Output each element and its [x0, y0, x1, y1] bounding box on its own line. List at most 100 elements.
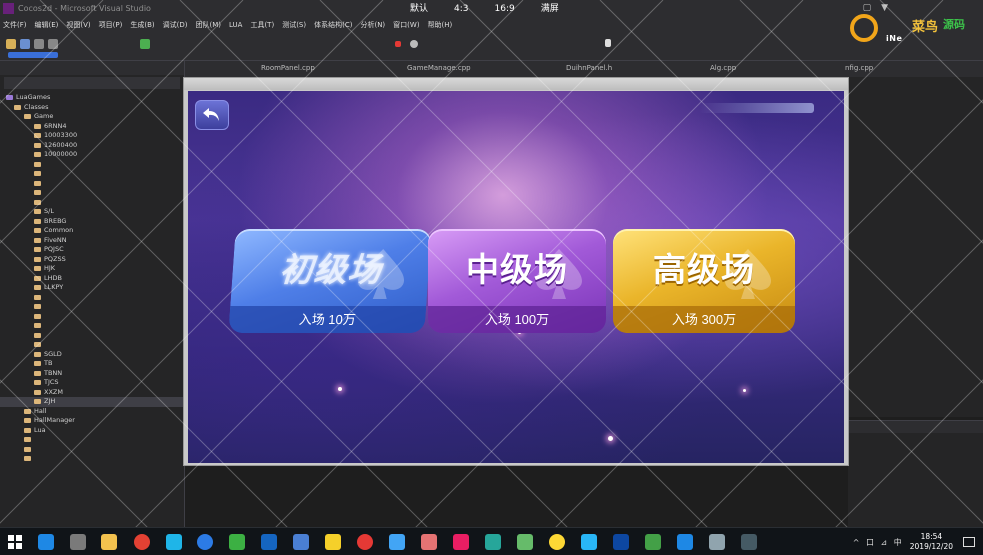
stop-icon[interactable] — [395, 41, 401, 47]
menu-project[interactable]: 项目(P) — [99, 18, 123, 33]
tree-item[interactable]: TB — [0, 359, 184, 369]
menu-lua[interactable]: LUA — [229, 18, 242, 33]
tree-item[interactable]: Hall — [0, 407, 184, 417]
browser-icon[interactable] — [197, 534, 213, 550]
default-size-button[interactable]: 默认 — [410, 2, 428, 16]
room-advanced-card[interactable]: 高级场 入场 300万 — [613, 229, 795, 333]
solution-search-input[interactable] — [4, 77, 180, 89]
action-center-icon[interactable] — [963, 537, 975, 547]
tree-item[interactable]: Common — [0, 226, 184, 236]
tree-item[interactable]: S/L — [0, 207, 184, 217]
filter-icon[interactable]: ▼ — [881, 3, 888, 13]
tree-item[interactable] — [0, 179, 184, 189]
fullscreen-button[interactable]: 满屏 — [541, 2, 559, 16]
game-app-icon[interactable] — [229, 534, 245, 550]
chrome-icon[interactable] — [134, 534, 150, 550]
tree-item[interactable] — [0, 198, 184, 208]
tab-gamemanage[interactable]: GameManage.cpp — [407, 64, 471, 72]
menu-view[interactable]: 视图(V) — [66, 18, 90, 33]
tree-item[interactable]: PQZSS — [0, 255, 184, 265]
tree-item[interactable]: TJCS — [0, 378, 184, 388]
tab-alg[interactable]: Alg.cpp — [710, 64, 736, 72]
menu-help[interactable]: 帮助(H) — [428, 18, 453, 33]
open-icon[interactable] — [6, 39, 16, 49]
tool-app-icon[interactable] — [709, 534, 725, 550]
menu-team[interactable]: 团队(M) — [195, 18, 221, 33]
tree-item[interactable]: LHDB — [0, 274, 184, 284]
tree-item[interactable]: 10000000 — [0, 150, 184, 160]
menu-architecture[interactable]: 体系结构(C) — [314, 18, 352, 33]
tree-item[interactable]: XXZM — [0, 388, 184, 398]
tree-item[interactable]: LLKPY — [0, 283, 184, 293]
tree-item[interactable]: HallManager — [0, 416, 184, 426]
menu-edit[interactable]: 编辑(E) — [35, 18, 59, 33]
tree-item[interactable] — [0, 340, 184, 350]
config-dropdown[interactable] — [8, 52, 58, 58]
p-app-icon[interactable] — [261, 534, 277, 550]
green-app-icon[interactable] — [485, 534, 501, 550]
file-explorer-icon[interactable] — [101, 534, 117, 550]
save-icon[interactable] — [20, 39, 30, 49]
tab-duihnpanel[interactable]: DuihnPanel.h — [566, 64, 612, 72]
task-view-icon[interactable] — [70, 534, 86, 550]
pdf-app-icon[interactable] — [421, 534, 437, 550]
ratio-4-3-button[interactable]: 4:3 — [454, 2, 468, 16]
refresh-icon[interactable] — [410, 40, 418, 48]
tree-item[interactable] — [0, 435, 184, 445]
photoshop-icon[interactable] — [613, 534, 629, 550]
ratio-16-9-button[interactable]: 16:9 — [495, 2, 515, 16]
tree-item[interactable]: 10003300 — [0, 131, 184, 141]
undo-icon[interactable] — [34, 39, 44, 49]
music-app-icon[interactable] — [357, 534, 373, 550]
menu-window[interactable]: 窗口(W) — [393, 18, 419, 33]
windows-start-icon[interactable] — [8, 535, 22, 549]
tray-icons[interactable]: ^ 口 ⊿ 中 — [853, 537, 904, 548]
cloud-app-icon[interactable] — [166, 534, 182, 550]
tree-item[interactable]: PQJSC — [0, 245, 184, 255]
telegram-icon[interactable] — [581, 534, 597, 550]
bookmark-icon[interactable] — [605, 39, 611, 47]
notification-icon[interactable]: ▢ — [863, 3, 872, 13]
redo-icon[interactable] — [48, 39, 58, 49]
tab-config[interactable]: nfig.cpp — [845, 64, 873, 72]
tree-item[interactable] — [0, 302, 184, 312]
cube-app-icon[interactable] — [293, 534, 309, 550]
menu-build[interactable]: 生成(B) — [130, 18, 154, 33]
simulator-titlebar[interactable] — [184, 78, 848, 90]
tree-item[interactable] — [0, 454, 184, 464]
image-app-icon[interactable] — [517, 534, 533, 550]
run-icon[interactable] — [140, 39, 150, 49]
room-beginner-card[interactable]: 初级场 入场 10万 — [228, 229, 432, 333]
tree-item[interactable]: Lua — [0, 426, 184, 436]
tree-item[interactable]: Game — [0, 112, 184, 122]
tree-item[interactable] — [0, 293, 184, 303]
menu-file[interactable]: 文件(F) — [3, 18, 27, 33]
tree-item[interactable]: 12600400 — [0, 141, 184, 151]
tree-item[interactable]: Classes — [0, 103, 184, 113]
tree-item[interactable]: BREBG — [0, 217, 184, 227]
tree-item[interactable] — [0, 321, 184, 331]
tools-app-icon[interactable] — [325, 534, 341, 550]
tab-roompanel[interactable]: RoomPanel.cpp — [261, 64, 315, 72]
menu-analyze[interactable]: 分析(N) — [360, 18, 385, 33]
tree-item-selected[interactable]: ZJH — [0, 397, 184, 407]
tree-item[interactable]: FiveNN — [0, 236, 184, 246]
menu-debug[interactable]: 调试(D) — [163, 18, 188, 33]
tree-item[interactable] — [0, 160, 184, 170]
tree-item[interactable] — [0, 331, 184, 341]
back-button[interactable] — [195, 100, 229, 130]
active-app-icon[interactable] — [741, 534, 757, 550]
room-intermediate-card[interactable]: 中级场 入场 100万 — [428, 229, 606, 333]
tree-item[interactable] — [0, 188, 184, 198]
edge-icon[interactable] — [38, 534, 54, 550]
chat-app-icon[interactable] — [389, 534, 405, 550]
menu-test[interactable]: 测试(S) — [282, 18, 306, 33]
menu-tools[interactable]: 工具(T) — [250, 18, 274, 33]
play-app-icon[interactable] — [645, 534, 661, 550]
tree-item[interactable]: LuaGames — [0, 93, 184, 103]
taskbar-clock[interactable]: 18:54 2019/12/20 — [910, 532, 953, 552]
tree-item[interactable]: HJK — [0, 264, 184, 274]
tree-item[interactable] — [0, 445, 184, 455]
tree-item[interactable] — [0, 312, 184, 322]
dev-app-icon[interactable] — [677, 534, 693, 550]
